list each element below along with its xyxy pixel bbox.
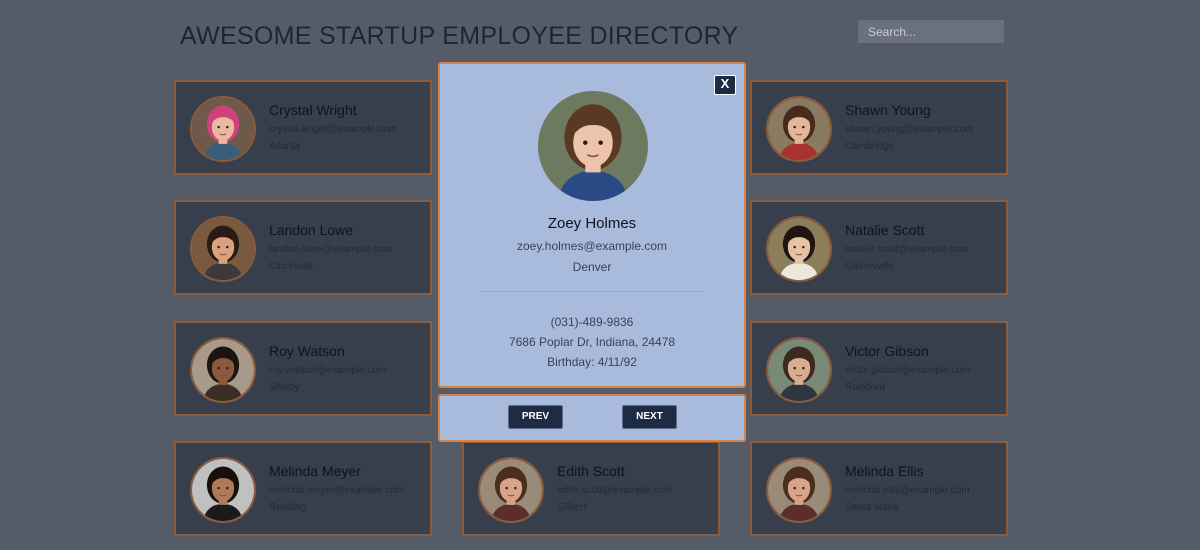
employee-name: Roy Watson [269, 343, 345, 359]
employee-card[interactable]: Natalie Scott natalie.scott@example.com … [750, 200, 1008, 295]
employee-avatar [766, 96, 832, 162]
employee-email: roy.watson@example.com [269, 365, 387, 376]
modal-avatar [538, 91, 648, 201]
employee-name: Melinda Ellis [845, 463, 924, 479]
employee-card[interactable]: Crystal Wright crystal.wright@example.co… [174, 80, 432, 175]
portrait-graphic [192, 98, 254, 160]
employee-city: Shelby [269, 382, 300, 393]
employee-city: Cincinnati [269, 261, 313, 272]
employee-card[interactable]: Melinda Meyer melinda.meyer@example.com … [174, 441, 432, 536]
employee-email: victor.gibson@example.com [845, 365, 971, 376]
portrait-graphic [768, 218, 830, 280]
employee-card[interactable]: Landon Lowe landon.lowe@example.com Cinc… [174, 200, 432, 295]
portrait-graphic [768, 339, 830, 401]
employee-email: natalie.scott@example.com [845, 244, 968, 255]
employee-name: Shawn Young [845, 102, 931, 118]
employee-card[interactable]: Roy Watson roy.watson@example.com Shelby [174, 321, 432, 416]
portrait-graphic [538, 91, 648, 201]
employee-city: Gilbert [557, 502, 587, 513]
portrait-graphic [768, 98, 830, 160]
employee-avatar [190, 216, 256, 282]
employee-card[interactable]: Edith Scott edith.scott@example.com Gilb… [462, 441, 720, 536]
prev-button[interactable]: PREV [508, 405, 563, 429]
employee-name: Crystal Wright [269, 102, 357, 118]
portrait-graphic [192, 339, 254, 401]
next-button[interactable]: NEXT [622, 405, 677, 429]
portrait-graphic [192, 459, 254, 521]
modal-phone: (031)-489-9836 [550, 315, 634, 329]
employee-email: crystal.wright@example.com [269, 124, 397, 135]
employee-name: Victor Gibson [845, 343, 929, 359]
employee-city: Rockford [845, 382, 886, 393]
employee-modal: X Zoey Holmes zoey.holmes@example.com De… [438, 62, 746, 388]
employee-avatar [190, 457, 256, 523]
employee-card[interactable]: Victor Gibson victor.gibson@example.com … [750, 321, 1008, 416]
employee-name: Edith Scott [557, 463, 625, 479]
portrait-graphic [480, 459, 542, 521]
close-button[interactable]: X [714, 75, 736, 95]
portrait-graphic [768, 459, 830, 521]
modal-birthday: Birthday: 4/11/92 [547, 355, 637, 369]
portrait-graphic [192, 218, 254, 280]
modal-name: Zoey Holmes [547, 215, 637, 232]
employee-avatar [478, 457, 544, 523]
modal-email: zoey.holmes@example.com [516, 239, 668, 253]
employee-city: Santa Maria [845, 502, 899, 513]
employee-city: Cambridge [845, 141, 894, 152]
employee-avatar [190, 96, 256, 162]
employee-avatar [766, 337, 832, 403]
employee-avatar [766, 216, 832, 282]
modal-divider [480, 291, 704, 292]
page-title: AWESOME STARTUP EMPLOYEE DIRECTORY [180, 22, 739, 50]
search-input[interactable] [858, 20, 1004, 43]
modal-city: Denver [572, 260, 612, 274]
employee-name: Natalie Scott [845, 222, 925, 238]
employee-email: melinda.ellis@example.com [845, 485, 970, 496]
employee-city: Atlanta [269, 141, 301, 152]
employee-avatar [190, 337, 256, 403]
employee-name: Melinda Meyer [269, 463, 361, 479]
employee-avatar [766, 457, 832, 523]
employee-email: melinda.meyer@example.com [269, 485, 405, 496]
employee-city: Gainesville [845, 261, 894, 272]
modal-nav: PREV NEXT [438, 394, 746, 442]
employee-email: shawn.young@example.com [845, 124, 974, 135]
modal-address: 7686 Poplar Dr, Indiana, 24478 [508, 335, 676, 349]
employee-name: Landon Lowe [269, 222, 354, 238]
employee-email: landon.lowe@example.com [269, 244, 392, 255]
employee-card[interactable]: Melinda Ellis melinda.ellis@example.com … [750, 441, 1008, 536]
employee-directory-page: AWESOME STARTUP EMPLOYEE DIRECTORY Cryst… [0, 0, 1200, 550]
employee-city: Redding [269, 502, 307, 513]
employee-card[interactable]: Shawn Young shawn.young@example.com Camb… [750, 80, 1008, 175]
employee-email: edith.scott@example.com [557, 485, 673, 496]
